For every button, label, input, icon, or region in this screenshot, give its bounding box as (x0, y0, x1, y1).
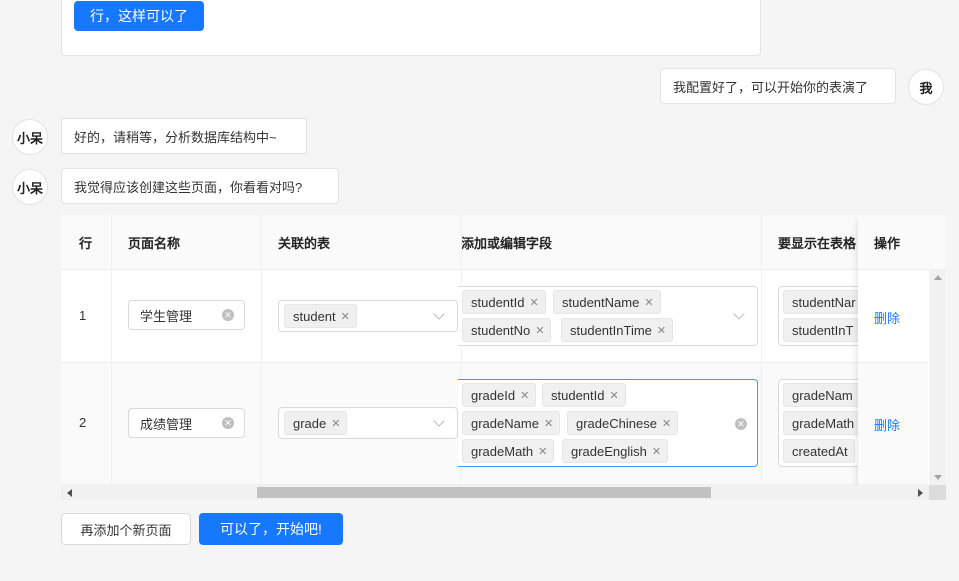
tag-close-icon[interactable]: ✕ (652, 445, 661, 458)
page-name-input[interactable]: 成绩管理 ✕ (128, 408, 245, 438)
message-text: 我配置好了，可以开始你的表演了 (673, 79, 869, 95)
header-table-display: 要显示在表格 (761, 215, 858, 270)
table-tag: student ✕ (284, 304, 357, 328)
scrollbar-thumb[interactable] (257, 487, 711, 498)
field-tag: gradeEnglish ✕ (562, 439, 669, 463)
display-fields-select[interactable]: studentNar studentInT (778, 286, 868, 346)
related-table-select[interactable]: student ✕ (278, 300, 458, 332)
field-tag: gradeNam (783, 383, 860, 407)
delete-link[interactable]: 删除 (874, 308, 900, 327)
header-related-table: 关联的表 (261, 215, 461, 270)
page-name-value: 学生管理 (140, 308, 193, 324)
bot-message: 好的，请稍等，分析数据库结构中~ (61, 118, 307, 154)
clear-icon[interactable]: ✕ (735, 418, 747, 430)
bot-message: 我觉得应该创建这些页面，你看看对吗? (61, 168, 339, 204)
edit-fields-select[interactable]: gradeId ✕ studentId ✕ gradeName ✕ gradeChin… (458, 379, 758, 467)
row-number: 2 (79, 415, 87, 430)
message-text: 我觉得应该创建这些页面，你看看对吗? (74, 179, 303, 195)
pages-table: 行 页面名称 关联的表 添加或编辑字段 要显示在表格 1 学生管理 ✕ stud… (61, 215, 946, 500)
tag-close-icon[interactable]: ✕ (657, 324, 666, 337)
header-page-name: 页面名称 (111, 215, 261, 270)
header-row-number: 行 (61, 215, 111, 270)
tag-close-icon[interactable]: ✕ (520, 389, 529, 402)
start-button[interactable]: 可以了，开始吧! (199, 513, 343, 545)
tag-close-icon[interactable]: ✕ (544, 417, 553, 430)
display-fields-select[interactable]: gradeNam gradeMath createdAt (778, 379, 868, 467)
field-tag: studentNo ✕ (462, 318, 552, 342)
field-tag: studentName ✕ (553, 290, 661, 314)
scroll-down-icon[interactable] (934, 475, 942, 480)
field-tag: studentNar (783, 290, 863, 314)
header-actions: 操作 (858, 215, 946, 270)
user-avatar: 我 (908, 69, 944, 105)
bot-avatar: 小呆 (12, 119, 48, 155)
tag-close-icon[interactable]: ✕ (644, 296, 653, 309)
scroll-left-icon[interactable] (67, 489, 72, 497)
tag-close-icon[interactable]: ✕ (530, 296, 539, 309)
row-number: 1 (79, 308, 87, 323)
tag-close-icon[interactable]: ✕ (535, 324, 544, 337)
add-page-button[interactable]: 再添加个新页面 (61, 513, 191, 545)
tag-close-icon[interactable]: ✕ (341, 310, 350, 323)
message-text: 好的，请稍等，分析数据库结构中~ (74, 129, 277, 145)
user-message: 我配置好了，可以开始你的表演了 (660, 68, 896, 104)
field-tag: studentId ✕ (542, 383, 626, 407)
field-tag: studentId ✕ (462, 290, 546, 314)
scroll-right-icon[interactable] (918, 489, 923, 497)
confirm-button[interactable]: 行，这样可以了 (74, 1, 204, 31)
page-name-input[interactable]: 学生管理 ✕ (128, 300, 245, 330)
field-tag: createdAt (783, 439, 855, 463)
table-tag: grade ✕ (284, 411, 348, 435)
edit-fields-select[interactable]: studentId ✕ studentName ✕ studentNo ✕ stude… (458, 286, 758, 346)
page-name-value: 成绩管理 (140, 416, 193, 432)
actions-column: 操作 删除 删除 (858, 215, 946, 500)
chevron-down-icon (433, 308, 445, 320)
field-tag: studentInTime ✕ (561, 318, 674, 342)
field-tag: gradeId ✕ (462, 383, 537, 407)
field-tag: gradeChinese ✕ (567, 411, 679, 435)
clear-icon[interactable]: ✕ (222, 417, 234, 429)
horizontal-scrollbar[interactable] (61, 485, 929, 500)
bot-avatar: 小呆 (12, 169, 48, 205)
delete-link[interactable]: 删除 (874, 415, 900, 434)
vertical-scrollbar[interactable] (929, 270, 946, 485)
scrollbar-corner (929, 485, 946, 500)
tag-close-icon[interactable]: ✕ (331, 417, 340, 430)
clear-icon[interactable]: ✕ (222, 309, 234, 321)
field-tag: gradeName ✕ (462, 411, 561, 435)
scroll-up-icon[interactable] (934, 275, 942, 280)
field-tag: studentInT (783, 318, 861, 342)
tag-close-icon[interactable]: ✕ (610, 389, 619, 402)
field-tag: gradeMath (783, 411, 862, 435)
chevron-down-icon (433, 415, 445, 427)
tag-close-icon[interactable]: ✕ (538, 445, 547, 458)
related-table-select[interactable]: grade ✕ (278, 407, 458, 439)
chevron-down-icon (733, 308, 745, 320)
field-tag: gradeMath ✕ (462, 439, 555, 463)
tag-close-icon[interactable]: ✕ (662, 417, 671, 430)
header-edit-fields: 添加或编辑字段 (461, 215, 761, 270)
